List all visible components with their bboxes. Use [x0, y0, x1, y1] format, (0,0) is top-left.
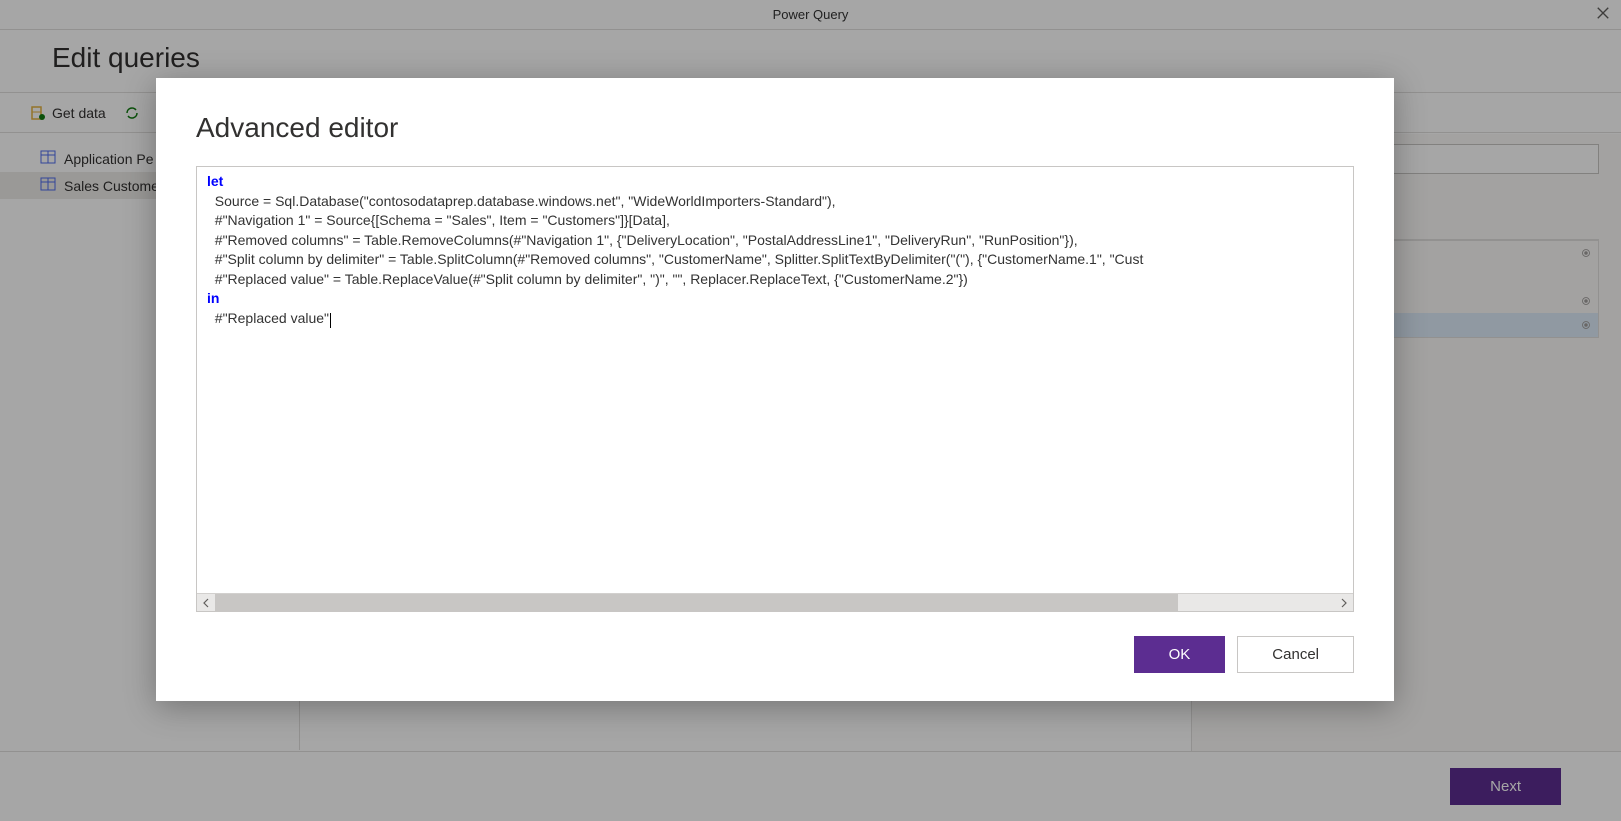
window-close-button[interactable]	[1593, 4, 1613, 24]
query-label: Sales Custome	[64, 178, 159, 194]
code-line: #"Split column by delimiter" = Table.Spl…	[207, 251, 1143, 267]
database-icon	[30, 105, 46, 121]
gear-icon[interactable]	[1578, 317, 1594, 333]
ok-button[interactable]: OK	[1134, 636, 1226, 673]
gear-icon[interactable]	[1578, 293, 1594, 309]
footer: Next	[0, 751, 1621, 821]
code-keyword-let: let	[207, 173, 223, 189]
dialog-buttons: OK Cancel	[156, 612, 1394, 701]
close-icon	[1596, 6, 1610, 23]
code-line: Source = Sql.Database("contosodataprep.d…	[207, 193, 836, 209]
gear-icon[interactable]	[1578, 245, 1594, 261]
code-line: #"Replaced value"	[207, 310, 329, 326]
titlebar: Power Query	[0, 0, 1621, 30]
table-icon	[40, 176, 56, 195]
table-icon	[40, 149, 56, 168]
code-line: #"Removed columns" = Table.RemoveColumns…	[207, 232, 1078, 248]
refresh-icon	[124, 105, 140, 121]
cancel-button[interactable]: Cancel	[1237, 636, 1354, 673]
next-button[interactable]: Next	[1450, 768, 1561, 805]
window-title: Power Query	[773, 7, 849, 22]
toolbar-item-2[interactable]	[124, 105, 140, 121]
code-line: #"Navigation 1" = Source{[Schema = "Sale…	[207, 212, 670, 228]
get-data-button[interactable]: Get data	[30, 105, 106, 121]
dialog-title: Advanced editor	[196, 112, 1354, 144]
code-editor[interactable]: let Source = Sql.Database("contosodatapr…	[196, 166, 1354, 612]
scrollbar-track[interactable]	[215, 594, 1335, 612]
get-data-label: Get data	[52, 105, 106, 121]
scroll-left-arrow[interactable]	[197, 594, 215, 612]
code-keyword-in: in	[207, 290, 219, 306]
advanced-editor-dialog: Advanced editor let Source = Sql.Databas…	[156, 78, 1394, 701]
code-line: #"Replaced value" = Table.ReplaceValue(#…	[207, 271, 968, 287]
scroll-right-arrow[interactable]	[1335, 594, 1353, 612]
horizontal-scrollbar[interactable]	[197, 593, 1353, 611]
text-cursor	[330, 313, 331, 328]
scrollbar-thumb[interactable]	[215, 594, 1178, 612]
query-label: Application Pe	[64, 151, 154, 167]
code-editor-textarea[interactable]: let Source = Sql.Database("contosodatapr…	[197, 167, 1353, 593]
